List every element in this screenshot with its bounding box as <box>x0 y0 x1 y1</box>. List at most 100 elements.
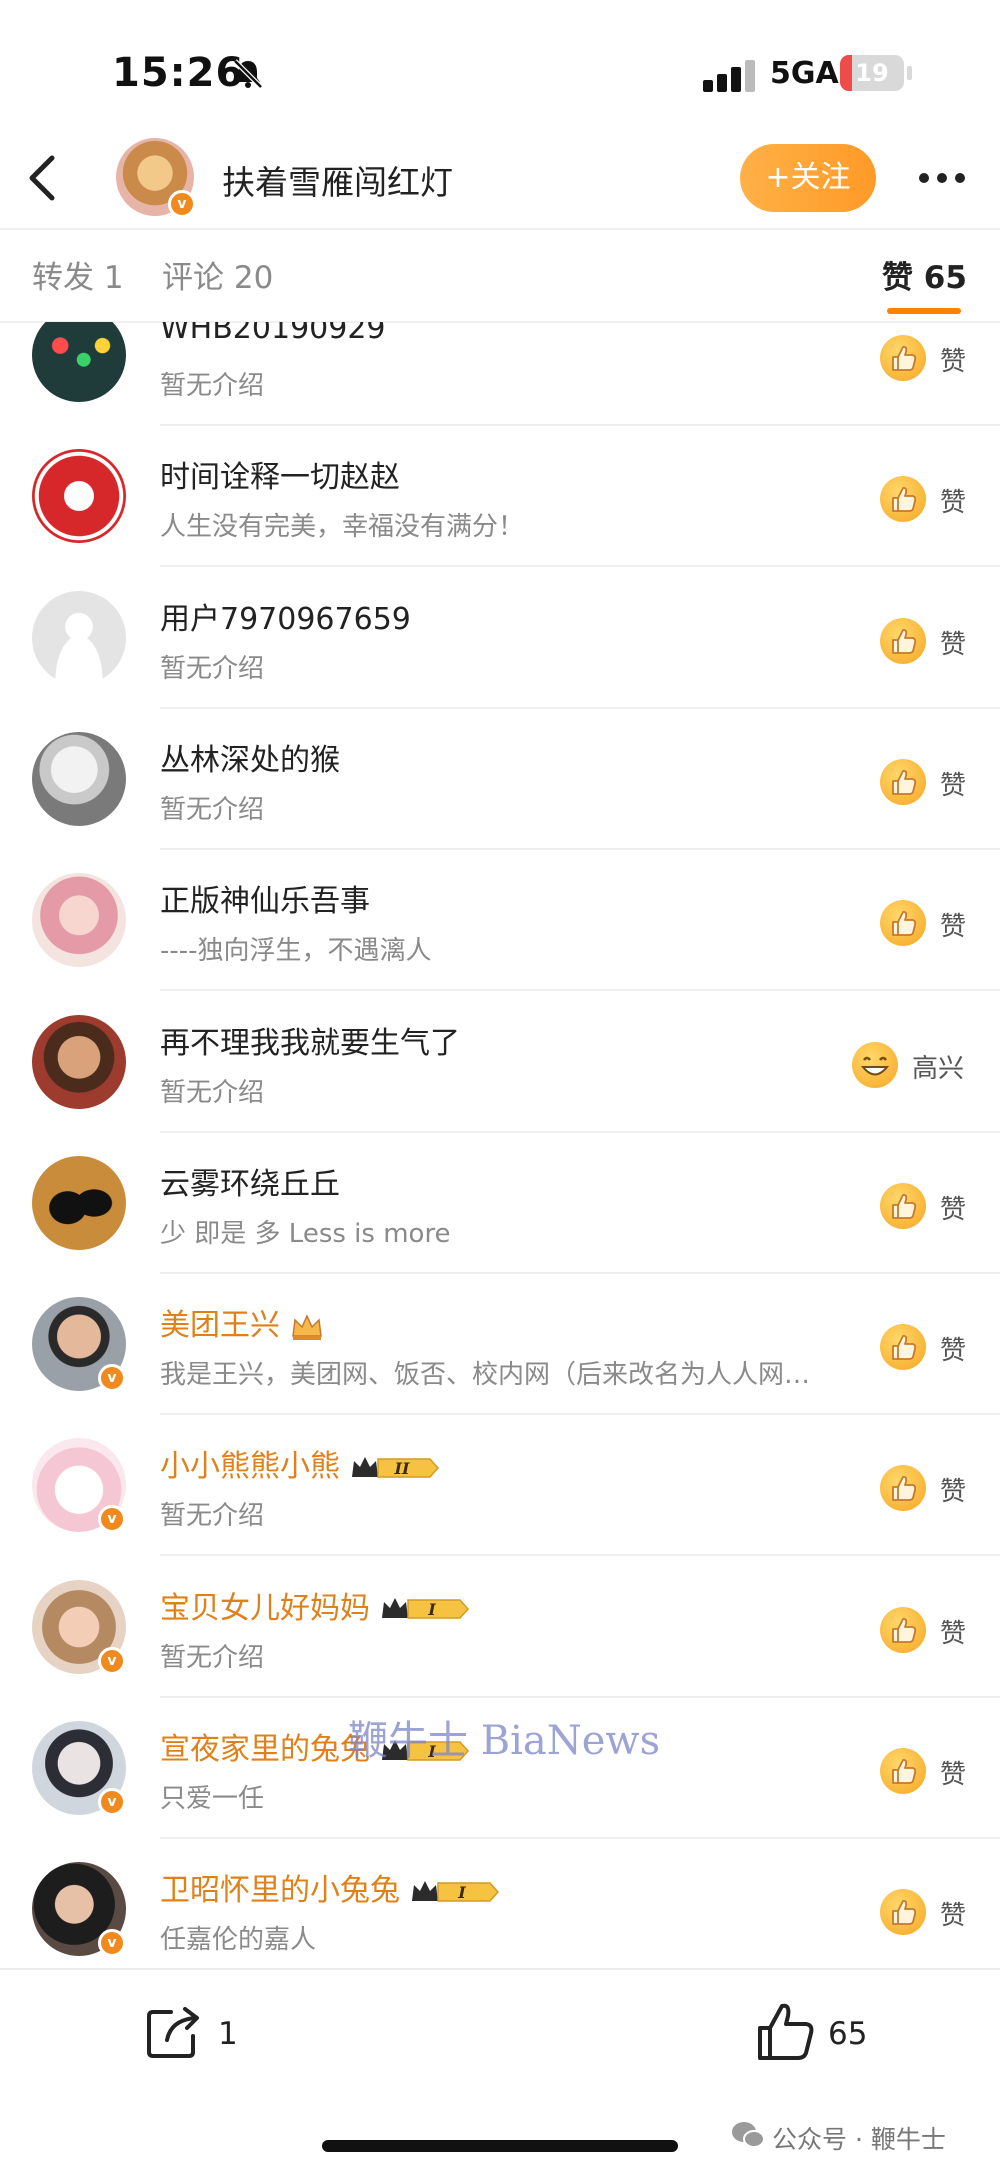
liker-name-text: 云雾环绕丘丘 <box>160 1166 340 1202</box>
liker-row[interactable]: 云雾环绕丘丘少 即是 多 Less is more 赞 <box>0 1133 1000 1274</box>
battery-icon: 19 <box>840 55 904 91</box>
liker-name[interactable]: 宝贝女儿好妈妈 I <box>160 1583 470 1627</box>
liker-name-text: 小小熊熊小熊 <box>160 1449 340 1485</box>
author-name[interactable]: 扶着雪雁闯红灯 <box>222 156 453 204</box>
network-type: 5GA <box>770 56 839 91</box>
liker-row[interactable]: 用户7970967659 暂无介绍 赞 <box>0 568 1000 709</box>
liker-description: 只爱一任 <box>160 1784 265 1814</box>
thumbs-up-icon <box>880 1324 926 1371</box>
verified-badge-icon: v <box>98 1929 126 1958</box>
liker-avatar[interactable] <box>32 873 126 968</box>
liker-description: 暂无介绍 <box>160 653 265 684</box>
thumbs-up-icon <box>880 1606 926 1653</box>
reaction-label: 赞 <box>940 347 967 377</box>
liker-name[interactable]: 美团王兴 <box>160 1300 324 1344</box>
thumbs-up-icon[interactable] <box>756 2000 816 2062</box>
liker-name[interactable]: 小小熊熊小熊 II <box>160 1441 440 1485</box>
liker-name[interactable]: 用户7970967659 <box>160 594 411 638</box>
like-count[interactable]: 65 <box>828 2016 867 2052</box>
thumbs-up-icon <box>880 335 926 381</box>
reaction-label: 高兴 <box>912 1053 965 1084</box>
tab-likes[interactable]: 赞 65 <box>882 252 967 297</box>
thumbs-up-icon <box>880 758 926 805</box>
thumbs-up-icon <box>880 1748 926 1794</box>
liker-description: 暂无介绍 <box>160 1642 265 1673</box>
liker-name[interactable]: 云雾环绕丘丘 <box>160 1159 340 1203</box>
liker-row[interactable]: WHB20190929 暂无介绍 赞 <box>0 322 1000 426</box>
reaction-label: 赞 <box>940 488 967 519</box>
liker-name[interactable]: 卫昭怀里的小兔兔 I <box>160 1865 500 1909</box>
nav-header: v 扶着雪雁闯红灯 +关注 <box>0 130 1000 228</box>
follow-button[interactable]: +关注 <box>740 144 876 212</box>
verified-badge-icon: v <box>98 1646 126 1675</box>
liker-name-text: 宣夜家里的兔兔 <box>160 1732 370 1767</box>
reaction-label: 赞 <box>940 1618 967 1649</box>
liker-avatar[interactable] <box>32 322 126 402</box>
liker-row[interactable]: 正版神仙乐吾事 ----独向浮生，不遇漓人 赞 <box>0 850 1000 992</box>
bell-muted-icon <box>233 59 263 89</box>
tab-reposts[interactable]: 转发 1 <box>32 252 124 297</box>
status-time: 15:26 <box>112 50 245 96</box>
liker-name-text: WHB20190929 <box>160 322 386 346</box>
cellular-signal-icon <box>703 60 755 92</box>
svg-text:II: II <box>394 1459 410 1478</box>
reaction-label: 赞 <box>940 1336 967 1367</box>
liker-avatar[interactable] <box>32 1155 126 1250</box>
liker-description: 暂无介绍 <box>160 371 265 401</box>
liker-description: ----独向浮生，不遇漓人 <box>160 936 432 967</box>
liker-avatar[interactable] <box>32 1014 126 1109</box>
thumbs-up-icon <box>880 900 926 947</box>
liker-row[interactable]: v 宝贝女儿好妈妈 I 暂无介绍 赞 <box>0 1557 1000 1698</box>
watermark: 鞭牛士 BiaNews <box>348 1718 661 1764</box>
liker-description: 暂无介绍 <box>160 794 265 825</box>
reaction-label: 赞 <box>940 1477 967 1508</box>
thumbs-up-icon <box>880 1889 926 1936</box>
verified-badge-icon: v <box>98 1505 126 1534</box>
liker-name-text: 丛林深处的猴 <box>160 742 340 778</box>
repost-count[interactable]: 1 <box>218 2016 238 2052</box>
liker-avatar[interactable] <box>32 590 126 685</box>
liker-row[interactable]: 再不理我我就要生气了 暂无介绍 高兴 <box>0 992 1000 1133</box>
liker-name-text: 再不理我我就要生气了 <box>160 1025 460 1061</box>
liker-name-text: 时间诠释一切赵赵 <box>160 460 400 496</box>
liker-row[interactable]: v 卫昭怀里的小兔兔 I 任嘉伦的嘉人 赞 <box>0 1839 1000 1968</box>
battery-percent: 19 <box>855 59 889 87</box>
reaction-label: 赞 <box>940 912 967 943</box>
active-tab-indicator <box>887 308 961 314</box>
more-options-icon[interactable] <box>916 160 968 196</box>
liker-name-text: 用户7970967659 <box>160 601 411 637</box>
liker-name[interactable]: 丛林深处的猴 <box>160 735 340 779</box>
liker-row[interactable]: v 美团王兴 我是王兴，美团网、饭否、校内网（后来改名为人人网… 赞 <box>0 1274 1000 1416</box>
svg-text:I: I <box>427 1600 436 1619</box>
repost-icon[interactable] <box>145 2004 205 2060</box>
liker-description: 暂无介绍 <box>160 1501 265 1532</box>
liker-description: 人生没有完美，幸福没有满分！ <box>160 512 525 543</box>
vip-crown-icon: I <box>412 1880 500 1902</box>
home-indicator[interactable] <box>322 2140 678 2152</box>
reaction-label: 赞 <box>940 629 967 660</box>
liker-row[interactable]: 丛林深处的猴暂无介绍 赞 <box>0 709 1000 850</box>
liker-name[interactable]: 正版神仙乐吾事 <box>160 876 370 920</box>
reaction-label: 赞 <box>940 770 967 801</box>
thumbs-up-icon <box>880 476 926 523</box>
reaction-label: 赞 <box>940 1760 967 1790</box>
liker-avatar[interactable] <box>32 449 126 544</box>
thumbs-up-icon <box>880 1465 926 1512</box>
status-bar: 15:26 5GA 19 <box>0 0 1000 130</box>
back-arrow-icon[interactable] <box>22 150 62 206</box>
tab-comments[interactable]: 评论 20 <box>162 252 273 297</box>
wechat-icon <box>732 2122 765 2148</box>
liker-name[interactable]: 再不理我我就要生气了 <box>160 1018 460 1062</box>
liker-avatar[interactable] <box>32 731 126 826</box>
liker-description: 任嘉伦的嘉人 <box>160 1925 317 1956</box>
liker-name[interactable]: 时间诠释一切赵赵 <box>160 452 400 496</box>
reaction-label: 赞 <box>940 1194 967 1225</box>
verified-badge-icon: v <box>98 1788 126 1816</box>
liker-row[interactable]: v 小小熊熊小熊 II 暂无介绍 赞 <box>0 1415 1000 1557</box>
tab-bar: 转发 1 评论 20 赞 65 <box>0 230 1000 322</box>
vip-crown-icon: I <box>382 1598 470 1619</box>
battery-tip <box>907 66 912 80</box>
liker-row[interactable]: 时间诠释一切赵赵人生没有完美，幸福没有满分！ 赞 <box>0 426 1000 568</box>
thumbs-up-icon <box>880 1182 926 1229</box>
liker-name[interactable]: WHB20190929 <box>160 322 386 346</box>
